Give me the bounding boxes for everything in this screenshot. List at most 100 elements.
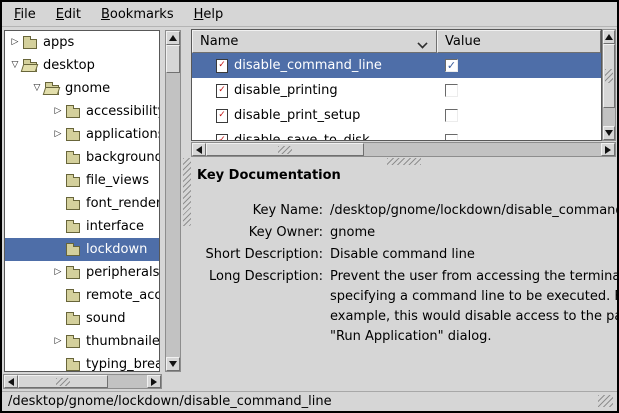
key-icon: ✓ <box>216 134 228 142</box>
check-icon: ✓ <box>447 60 456 71</box>
tree-item-desktop[interactable]: ▽ desktop <box>5 54 159 77</box>
menu-file-label: ile <box>21 7 36 22</box>
scroll-down-button[interactable] <box>166 357 180 371</box>
scroll-up-button[interactable] <box>166 31 180 45</box>
scrollbar-trough[interactable] <box>603 108 615 126</box>
expander-collapsed-icon[interactable]: ▷ <box>50 130 66 139</box>
tree-item-lockdown[interactable]: lockdown <box>5 238 159 261</box>
table-row-disable-command-line[interactable]: ✓ disable_command_line ✓ <box>192 53 601 78</box>
vertical-pane-splitter[interactable] <box>191 158 616 165</box>
tree-item-remote-access[interactable]: remote_access <box>5 284 159 307</box>
grip-icon <box>56 378 70 386</box>
menu-help[interactable]: Help <box>184 4 234 25</box>
tree-item-file-views[interactable]: file_views <box>5 169 159 192</box>
chevron-down-icon <box>417 38 427 48</box>
key-documentation-title: Key Documentation <box>197 168 610 183</box>
tree-vertical-scrollbar[interactable] <box>165 30 181 372</box>
tree-item-label: interface <box>86 219 144 234</box>
folder-icon <box>66 338 80 348</box>
folder-icon <box>66 269 80 279</box>
tree-item-applications[interactable]: ▷ applications <box>5 123 159 146</box>
tree-item-background[interactable]: background <box>5 146 159 169</box>
short-description-value: Disable command line <box>330 245 619 265</box>
tree-item-label: background <box>86 150 159 165</box>
tree-item-typing-break[interactable]: typing_break <box>5 353 159 372</box>
folder-icon <box>66 292 80 302</box>
tree-item-gnome[interactable]: ▽ gnome <box>5 77 159 100</box>
menu-bar: File Edit Bookmarks Help <box>2 2 617 27</box>
status-bar: /desktop/gnome/lockdown/disable_command_… <box>2 391 617 411</box>
table-vertical-scrollbar[interactable] <box>602 29 616 141</box>
menu-bookmarks[interactable]: Bookmarks <box>91 4 184 25</box>
checkbox-unchecked[interactable] <box>445 134 458 141</box>
scrollbar-thumb[interactable] <box>603 44 615 108</box>
key-name-field-value: /desktop/gnome/lockdown/disable_command_… <box>330 201 619 221</box>
key-name-label: disable_printing <box>234 83 338 98</box>
table-horizontal-scrollbar[interactable] <box>191 142 616 157</box>
tree-item-interface[interactable]: interface <box>5 215 159 238</box>
scroll-left-button[interactable] <box>192 143 206 156</box>
scroll-down-button[interactable] <box>603 126 615 140</box>
resize-grip-icon[interactable] <box>598 395 613 407</box>
key-name-cell: ✓ disable_print_setup <box>192 108 437 123</box>
expander-collapsed-icon[interactable]: ▷ <box>7 38 23 47</box>
tree-item-label: peripherals <box>86 265 159 280</box>
tree-item-accessibility[interactable]: ▷ accessibility <box>5 100 159 123</box>
key-check-icon: ✓ <box>218 86 226 95</box>
grip-icon <box>278 146 292 154</box>
folder-icon <box>66 246 80 256</box>
column-header-name[interactable]: Name <box>192 30 437 53</box>
tree-item-peripherals[interactable]: ▷ peripherals <box>5 261 159 284</box>
scroll-left-button[interactable] <box>4 375 18 388</box>
folder-icon <box>23 39 37 49</box>
scroll-right-button[interactable] <box>147 375 161 388</box>
tree-item-sound[interactable]: sound <box>5 307 159 330</box>
checkbox-checked[interactable]: ✓ <box>445 59 458 72</box>
expander-collapsed-icon[interactable]: ▷ <box>50 337 66 346</box>
tree-item-thumbnailers[interactable]: ▷ thumbnailers <box>5 330 159 353</box>
scroll-up-button[interactable] <box>603 30 615 44</box>
folder-icon <box>66 131 80 141</box>
tree-horizontal-scrollbar[interactable] <box>3 374 162 389</box>
key-name-cell: ✓ disable_command_line <box>192 58 437 73</box>
checkbox-unchecked[interactable] <box>445 109 458 122</box>
key-name-cell: ✓ disable_save_to_disk <box>192 133 437 141</box>
table-row-disable-printing[interactable]: ✓ disable_printing <box>192 78 601 103</box>
key-icon: ✓ <box>216 109 228 123</box>
horizontal-pane-splitter[interactable] <box>183 30 191 388</box>
folder-icon <box>66 177 80 187</box>
tree-item-label: sound <box>86 311 125 326</box>
expander-collapsed-icon[interactable]: ▷ <box>50 268 66 277</box>
scrollbar-trough[interactable] <box>108 375 147 388</box>
column-header-name-label: Name <box>200 34 238 49</box>
scroll-down-icon <box>605 130 613 136</box>
key-documentation-panel: Key Documentation Key Name: /desktop/gno… <box>191 166 616 390</box>
checkbox-unchecked[interactable] <box>445 84 458 97</box>
open-folder-icon <box>45 85 59 95</box>
scrollbar-trough[interactable] <box>364 143 601 156</box>
short-description-label: Short Description: <box>197 245 323 265</box>
key-name-label: disable_save_to_disk <box>234 133 370 141</box>
column-header-value-label: Value <box>445 34 481 49</box>
key-name-field-label: Key Name: <box>197 201 323 221</box>
folder-icon <box>66 315 80 325</box>
long-description-value: Prevent the user from accessing the term… <box>330 267 619 347</box>
expander-collapsed-icon[interactable]: ▷ <box>50 107 66 116</box>
config-tree: ▷ apps ▽ desktop ▽ gnome ▷ accessibility… <box>4 30 160 372</box>
scrollbar-thumb[interactable] <box>206 143 364 156</box>
menu-file[interactable]: File <box>4 4 46 25</box>
scrollbar-thumb[interactable] <box>18 375 108 388</box>
table-row-disable-print-setup[interactable]: ✓ disable_print_setup <box>192 103 601 128</box>
tree-item-font-rendering[interactable]: font_rendering <box>5 192 159 215</box>
table-row-disable-save-to-disk[interactable]: ✓ disable_save_to_disk <box>192 128 601 141</box>
menu-edit-mnemonic: E <box>56 7 64 22</box>
scroll-right-button[interactable] <box>601 143 615 156</box>
menu-edit[interactable]: Edit <box>46 4 91 25</box>
tree-item-apps[interactable]: ▷ apps <box>5 31 159 54</box>
column-header-value[interactable]: Value <box>437 30 601 53</box>
tree-item-label: applications <box>86 127 159 142</box>
scrollbar-thumb[interactable] <box>166 45 180 73</box>
scrollbar-trough[interactable] <box>166 73 180 357</box>
key-check-icon: ✓ <box>218 136 226 141</box>
gconf-editor-window: File Edit Bookmarks Help ▷ apps ▽ deskto… <box>0 0 619 413</box>
